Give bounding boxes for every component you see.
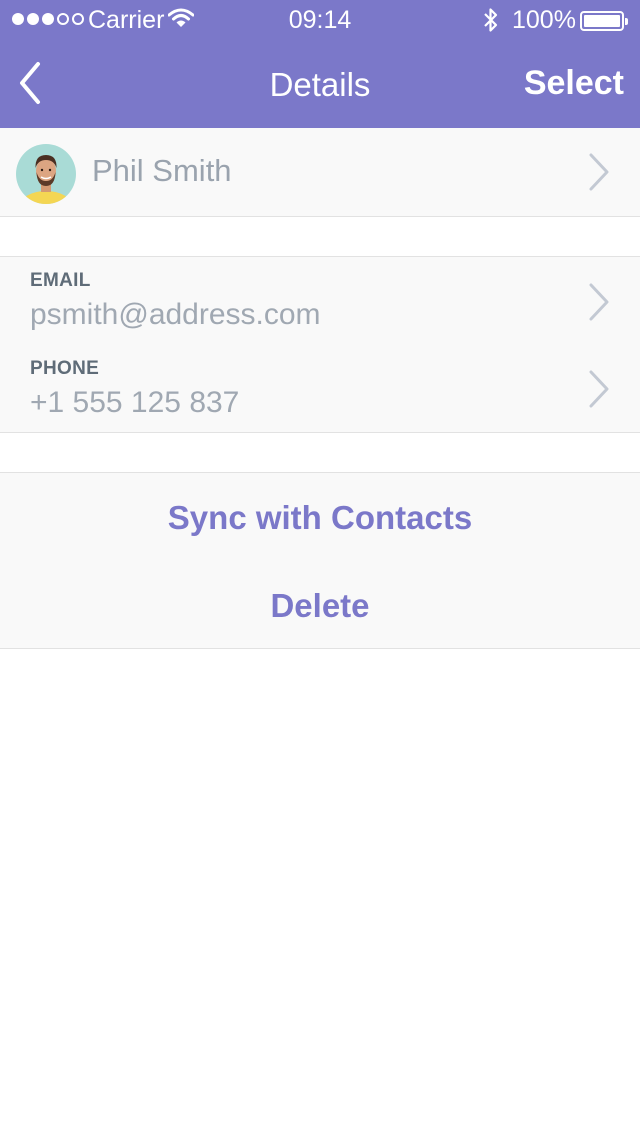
phone-value: +1 555 125 837	[30, 386, 240, 419]
battery-percent: 100%	[512, 6, 576, 34]
contact-row[interactable]: Phil Smith	[0, 128, 640, 217]
top-bar: Carrier 09:14 100% Details Select	[0, 0, 640, 128]
avatar	[16, 144, 76, 204]
email-row[interactable]: EMAIL psmith@address.com	[0, 256, 640, 346]
phone-row[interactable]: PHONE +1 555 125 837	[0, 345, 640, 433]
sync-with-contacts-label: Sync with Contacts	[167, 499, 473, 536]
delete-button[interactable]: Delete	[0, 561, 640, 649]
navigation-bar: Details Select	[0, 40, 640, 128]
chevron-right-icon	[589, 370, 609, 408]
select-button[interactable]: Select	[524, 64, 624, 103]
battery-icon	[580, 11, 628, 31]
bluetooth-icon	[484, 8, 498, 32]
status-bar: Carrier 09:14 100%	[0, 0, 640, 40]
sync-with-contacts-button[interactable]: Sync with Contacts	[0, 472, 640, 562]
phone-label: PHONE	[30, 358, 100, 379]
email-label: EMAIL	[30, 270, 91, 291]
delete-label: Delete	[270, 587, 370, 624]
contact-name: Phil Smith	[92, 153, 232, 188]
chevron-right-icon	[589, 283, 609, 321]
chevron-right-icon	[589, 153, 609, 191]
email-value: psmith@address.com	[30, 298, 321, 331]
